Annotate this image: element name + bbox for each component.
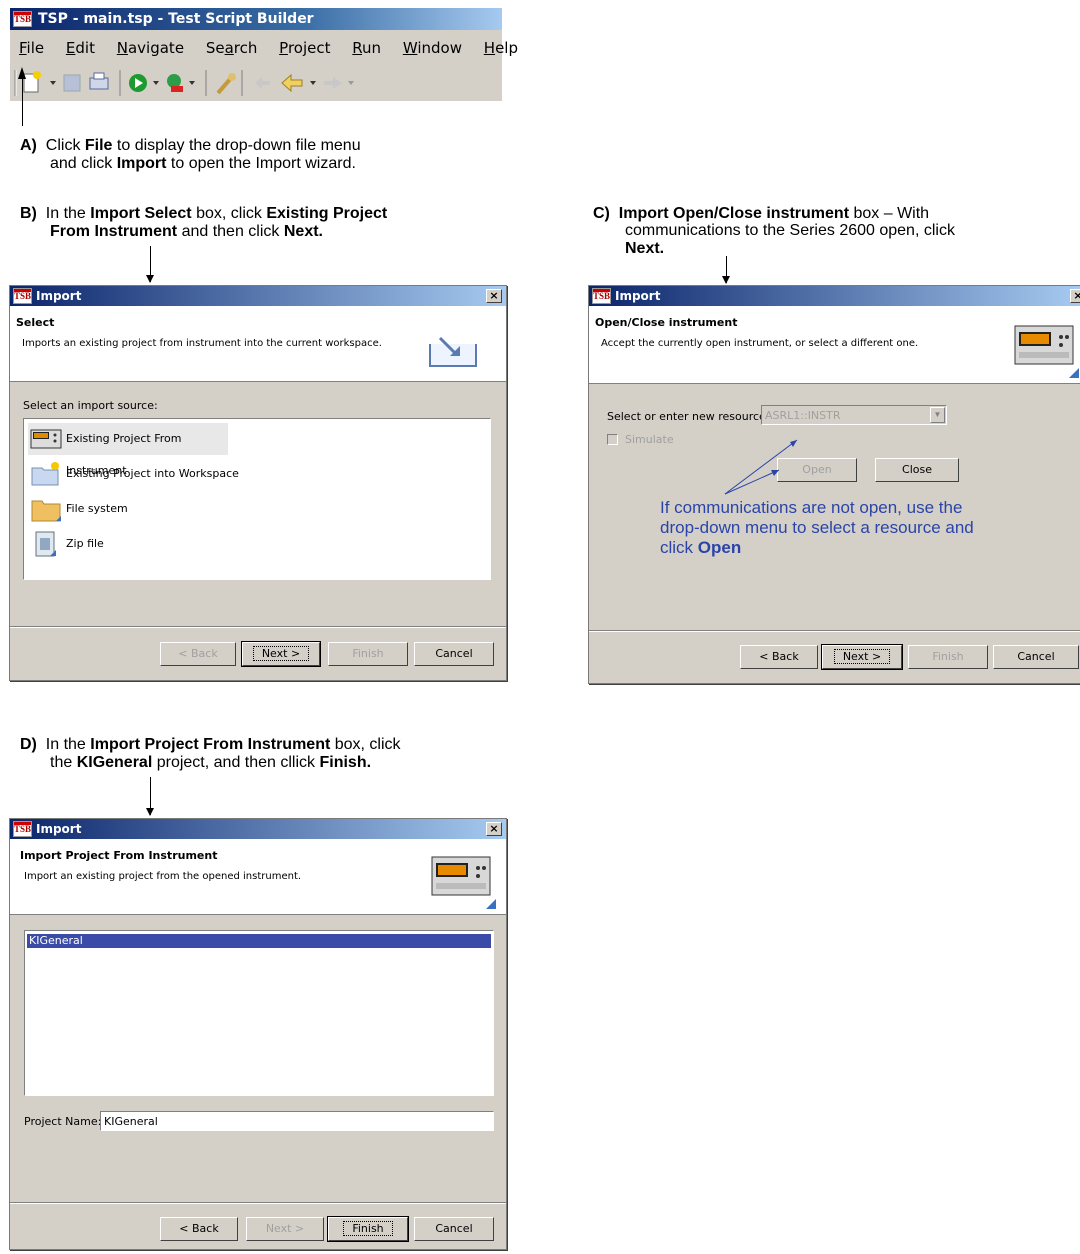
menu-bar: File Edit Navigate Search Project Run Wi… bbox=[10, 30, 518, 60]
step-d-arrow bbox=[146, 777, 154, 816]
zip-file-icon bbox=[35, 531, 56, 557]
close-icon[interactable]: × bbox=[486, 289, 502, 303]
close-icon[interactable]: × bbox=[1070, 289, 1080, 303]
file-pointer-arrowhead bbox=[18, 67, 26, 79]
simulate-checkbox[interactable] bbox=[607, 434, 618, 445]
instrument-icon bbox=[30, 429, 62, 449]
toolbar-icons bbox=[14, 70, 354, 96]
print-icon[interactable] bbox=[89, 72, 109, 90]
main-title-bar: TSB TSP - main.tsp - Test Script Builder bbox=[10, 8, 502, 30]
dialog-d-separator bbox=[10, 1202, 506, 1204]
dialog-b-header-title: Select bbox=[16, 316, 55, 329]
import-icon bbox=[429, 336, 477, 367]
dialog-c-title: Import bbox=[615, 289, 661, 303]
import-source-list[interactable]: Existing Project From Instrument Existin… bbox=[23, 418, 491, 580]
dialog-c-separator bbox=[589, 630, 1080, 632]
dialog-b-header-desc: Imports an existing project from instrum… bbox=[22, 338, 382, 349]
menu-help[interactable]: Help bbox=[484, 39, 518, 57]
tsb-logo-icon: TSB bbox=[13, 821, 32, 837]
tsb-logo-icon: TSB bbox=[592, 288, 611, 304]
project-list[interactable]: KIGeneral bbox=[24, 930, 494, 1096]
toolbar bbox=[10, 64, 502, 101]
resource-combo[interactable]: ASRL1::INSTR ▼ bbox=[761, 405, 947, 425]
menu-edit[interactable]: Edit bbox=[66, 39, 95, 57]
open-close-instrument-dialog: TSB Import × Open/Close instrument Accep… bbox=[588, 285, 1080, 684]
menu-run[interactable]: Run bbox=[352, 39, 381, 57]
back-button[interactable]: < Back bbox=[160, 642, 236, 666]
debug-icon[interactable] bbox=[167, 74, 183, 92]
step-c-caption: C) Import Open/Close instrument box – Wi… bbox=[593, 205, 955, 257]
callout-pointer-lines bbox=[724, 439, 798, 495]
dialog-c-title-bar: TSB Import × bbox=[589, 286, 1080, 306]
new-icon[interactable] bbox=[23, 71, 41, 93]
file-pointer-line bbox=[22, 78, 23, 126]
close-button[interactable]: Close bbox=[875, 458, 959, 482]
save-icon[interactable] bbox=[63, 74, 81, 92]
list-item-existing-project-from-instrument[interactable]: Existing Project From Instrument bbox=[28, 423, 228, 477]
project-folder-icon bbox=[31, 462, 59, 486]
cancel-button[interactable]: Cancel bbox=[414, 1217, 494, 1241]
finish-button[interactable]: Finish bbox=[328, 642, 408, 666]
back-button[interactable]: < Back bbox=[160, 1217, 238, 1241]
main-title: TSP - main.tsp - Test Script Builder bbox=[38, 11, 314, 27]
simulate-label: Simulate bbox=[625, 433, 674, 446]
run-icon[interactable] bbox=[129, 74, 147, 92]
dialog-c-header-title: Open/Close instrument bbox=[595, 316, 738, 329]
menu-file[interactable]: File bbox=[19, 39, 44, 57]
resource-label: Select or enter new resource: bbox=[607, 410, 770, 423]
folder-icon bbox=[31, 500, 61, 522]
project-name-field[interactable]: KIGeneral bbox=[100, 1111, 494, 1131]
dialog-b-separator bbox=[10, 626, 506, 628]
step-b-arrow bbox=[146, 246, 154, 283]
dialog-c-header-desc: Accept the currently open instrument, or… bbox=[601, 338, 919, 349]
dialog-b-title: Import bbox=[36, 289, 82, 303]
back-icon[interactable] bbox=[255, 73, 303, 93]
project-name-label: Project Name: bbox=[24, 1115, 102, 1128]
instrument-icon bbox=[431, 856, 496, 909]
source-label: Select an import source: bbox=[23, 399, 158, 412]
list-item-zip-file[interactable]: Zip file bbox=[28, 528, 248, 560]
step-b-caption: B) In the Import Select box, click Exist… bbox=[20, 205, 388, 240]
cancel-button[interactable]: Cancel bbox=[993, 645, 1079, 669]
next-button[interactable]: Next > bbox=[246, 1217, 324, 1241]
menu-search[interactable]: Search bbox=[206, 39, 258, 57]
tsb-logo-icon: TSB bbox=[13, 11, 32, 27]
import-select-dialog: TSB Import × Select Imports an existing … bbox=[9, 285, 507, 681]
callout-text: If communications are not open, use the … bbox=[660, 498, 974, 557]
dialog-b-header: Select Imports an existing project from … bbox=[10, 306, 506, 382]
finish-button[interactable]: Finish bbox=[327, 1216, 409, 1242]
chevron-down-icon[interactable]: ▼ bbox=[930, 407, 945, 423]
list-item-file-system[interactable]: File system bbox=[28, 493, 248, 525]
menu-window[interactable]: Window bbox=[403, 39, 462, 57]
step-c-arrow bbox=[722, 256, 730, 284]
finish-button[interactable]: Finish bbox=[908, 645, 988, 669]
step-a-caption: A) Click File to display the drop-down f… bbox=[20, 137, 361, 172]
step-d-caption: D) In the Import Project From Instrument… bbox=[20, 736, 401, 771]
close-icon[interactable]: × bbox=[486, 822, 502, 836]
tsb-logo-icon: TSB bbox=[13, 288, 32, 304]
resource-value: ASRL1::INSTR bbox=[765, 409, 841, 422]
next-button[interactable]: Next > bbox=[821, 644, 903, 670]
main-window: TSB TSP - main.tsp - Test Script Builder… bbox=[10, 8, 518, 101]
forward-icon[interactable] bbox=[324, 77, 342, 89]
dialog-c-header: Open/Close instrument Accept the current… bbox=[589, 306, 1080, 384]
dialog-d-title-bar: TSB Import × bbox=[10, 819, 506, 839]
import-project-dialog: TSB Import × Import Project From Instrum… bbox=[9, 818, 507, 1250]
instrument-icon bbox=[1014, 325, 1079, 378]
menu-navigate[interactable]: Navigate bbox=[117, 39, 184, 57]
search-icon[interactable] bbox=[216, 73, 236, 95]
menu-project[interactable]: Project bbox=[279, 39, 330, 57]
list-item-existing-project-into-workspace[interactable]: Existing Project into Workspace bbox=[28, 458, 248, 490]
next-button[interactable]: Next > bbox=[241, 641, 321, 667]
list-item-kigeneral[interactable]: KIGeneral bbox=[27, 934, 491, 948]
dialog-d-title: Import bbox=[36, 822, 82, 836]
dialog-b-title-bar: TSB Import × bbox=[10, 286, 506, 306]
dialog-d-header: Import Project From Instrument Import an… bbox=[10, 839, 506, 915]
cancel-button[interactable]: Cancel bbox=[414, 642, 494, 666]
dialog-d-header-desc: Import an existing project from the open… bbox=[24, 871, 302, 882]
dialog-d-header-title: Import Project From Instrument bbox=[20, 849, 218, 862]
back-button[interactable]: < Back bbox=[740, 645, 818, 669]
